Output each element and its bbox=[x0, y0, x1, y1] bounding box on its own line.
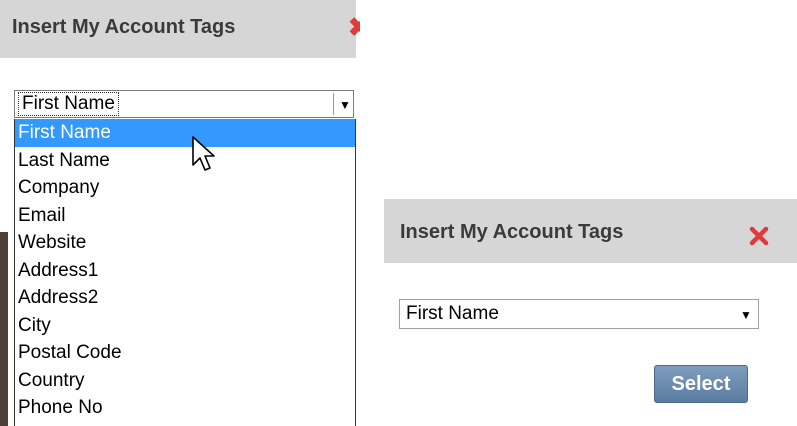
tag-select[interactable]: First Name ▼ bbox=[14, 90, 354, 118]
option-last-name[interactable]: Last Name bbox=[15, 147, 355, 175]
option-email[interactable]: Email bbox=[15, 202, 355, 230]
mouse-pointer-icon bbox=[192, 136, 215, 171]
right-dialog: Insert My Account Tags First Name ▼ Sele… bbox=[384, 199, 797, 426]
option-website[interactable]: Website bbox=[15, 229, 355, 257]
option-address2[interactable]: Address2 bbox=[15, 284, 355, 312]
close-icon[interactable]: ✖ bbox=[348, 12, 360, 42]
option-postal-code[interactable]: Postal Code bbox=[15, 339, 355, 367]
left-dialog: Insert My Account Tags ✖ First Name ▼ Fi… bbox=[0, 0, 360, 426]
option-address1[interactable]: Address1 bbox=[15, 257, 355, 285]
chevron-down-icon[interactable]: ▼ bbox=[740, 304, 752, 326]
close-icon[interactable] bbox=[748, 225, 770, 247]
background-edge bbox=[0, 232, 8, 426]
tag-select-value: First Name bbox=[18, 92, 119, 116]
option-city[interactable]: City bbox=[15, 312, 355, 340]
dialog-header: Insert My Account Tags ✖ bbox=[0, 0, 360, 58]
tag-select-value: First Name bbox=[406, 303, 499, 324]
chevron-down-icon[interactable]: ▼ bbox=[339, 93, 351, 115]
option-country[interactable]: Country bbox=[15, 367, 355, 395]
select-button[interactable]: Select bbox=[654, 365, 748, 403]
dialog-header: Insert My Account Tags bbox=[384, 199, 797, 263]
select-divider bbox=[333, 93, 334, 115]
option-phone-no[interactable]: Phone No bbox=[15, 394, 355, 422]
option-company[interactable]: Company bbox=[15, 174, 355, 202]
option-first-name[interactable]: First Name bbox=[15, 119, 355, 147]
dialog-title: Insert My Account Tags bbox=[12, 16, 236, 38]
tag-select[interactable]: First Name ▼ bbox=[399, 299, 759, 329]
dropdown-list: First Name Last Name Company Email Websi… bbox=[14, 119, 356, 426]
dialog-title: Insert My Account Tags bbox=[400, 221, 624, 243]
